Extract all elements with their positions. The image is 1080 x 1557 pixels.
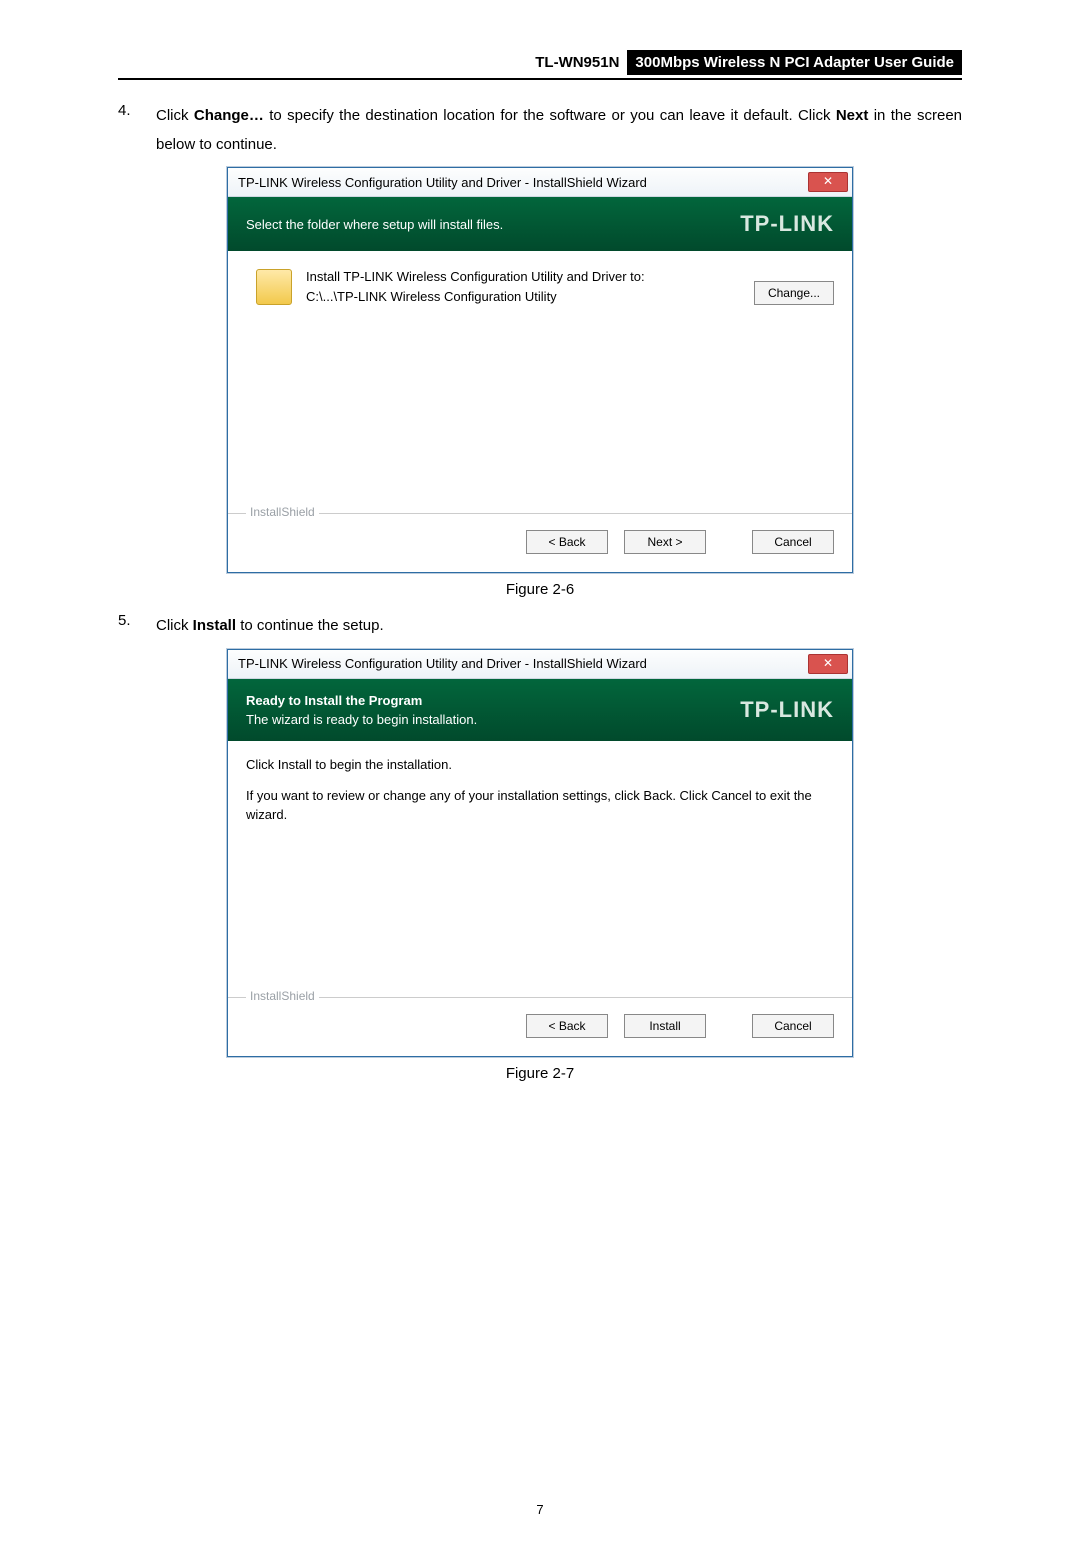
figure-2-7-caption: Figure 2-7	[118, 1065, 962, 1082]
doc-model: TL-WN951N	[527, 50, 627, 75]
step-4: 4. Click Change… to specify the destinat…	[118, 102, 962, 159]
step-4-text: Click Change… to specify the destination…	[156, 102, 962, 159]
step-5-number: 5.	[118, 612, 156, 641]
installshield-label: InstallShield	[246, 505, 319, 519]
next-button[interactable]: Next >	[624, 530, 706, 554]
doc-title: 300Mbps Wireless N PCI Adapter User Guid…	[627, 50, 962, 75]
dialog2-line1: Click Install to begin the installation.	[246, 757, 834, 772]
install-dialog-1: TP-LINK Wireless Configuration Utility a…	[227, 167, 853, 573]
step-5: 5. Click Install to continue the setup.	[118, 612, 962, 641]
install-path-block: Install TP-LINK Wireless Configuration U…	[306, 267, 742, 306]
cancel-button[interactable]: Cancel	[752, 1014, 834, 1038]
titlebar-text: TP-LINK Wireless Configuration Utility a…	[238, 656, 647, 671]
close-icon[interactable]: ✕	[808, 172, 848, 192]
back-button[interactable]: < Back	[526, 1014, 608, 1038]
install-button[interactable]: Install	[624, 1014, 706, 1038]
close-icon[interactable]: ✕	[808, 654, 848, 674]
change-button[interactable]: Change...	[754, 281, 834, 305]
dialog2-header-bold: Ready to Install the Program	[246, 693, 477, 708]
tplink-logo: TP-LINK	[740, 697, 834, 723]
page-number: 7	[118, 1502, 962, 1517]
dialog2-header-text: The wizard is ready to begin installatio…	[246, 712, 477, 727]
tplink-logo: TP-LINK	[740, 211, 834, 237]
dialog1-header-panel: Select the folder where setup will insta…	[228, 197, 852, 251]
step-4-number: 4.	[118, 102, 156, 159]
dialog2-line2: If you want to review or change any of y…	[246, 786, 834, 825]
installshield-label: InstallShield	[246, 989, 319, 1003]
install-to-label: Install TP-LINK Wireless Configuration U…	[306, 267, 742, 287]
dialog2-header-panel: Ready to Install the Program The wizard …	[228, 679, 852, 741]
install-dialog-2: TP-LINK Wireless Configuration Utility a…	[227, 649, 853, 1057]
back-button[interactable]: < Back	[526, 530, 608, 554]
titlebar-text: TP-LINK Wireless Configuration Utility a…	[238, 175, 647, 190]
doc-header: TL-WN951N300Mbps Wireless N PCI Adapter …	[118, 50, 962, 80]
figure-2-6-caption: Figure 2-6	[118, 581, 962, 598]
titlebar: TP-LINK Wireless Configuration Utility a…	[228, 650, 852, 679]
cancel-button[interactable]: Cancel	[752, 530, 834, 554]
titlebar: TP-LINK Wireless Configuration Utility a…	[228, 168, 852, 197]
dialog1-header-text: Select the folder where setup will insta…	[246, 217, 503, 232]
install-path: C:\...\TP-LINK Wireless Configuration Ut…	[306, 287, 742, 307]
step-5-text: Click Install to continue the setup.	[156, 612, 962, 641]
folder-icon	[256, 269, 292, 305]
